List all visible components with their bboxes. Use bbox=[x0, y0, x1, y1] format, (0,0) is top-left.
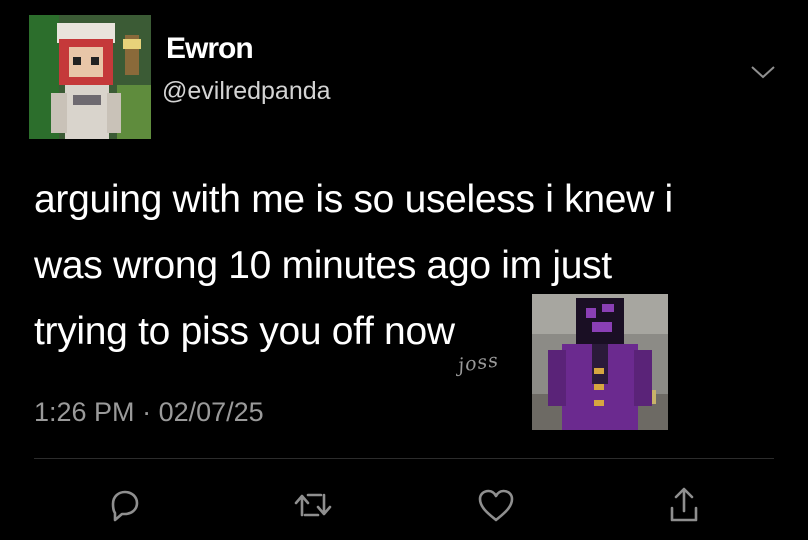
avatar[interactable] bbox=[29, 15, 151, 139]
tweet-timestamp[interactable]: 1:26 PM · 02/07/25 bbox=[34, 397, 264, 428]
tweet-time: 1:26 PM bbox=[34, 397, 135, 427]
divider bbox=[34, 458, 774, 459]
like-button[interactable] bbox=[474, 484, 518, 526]
retweet-icon bbox=[294, 493, 332, 517]
tweet-date: 02/07/25 bbox=[158, 397, 264, 427]
tweet-menu-button[interactable] bbox=[750, 62, 776, 82]
tweet-text-line: arguing with me is so useless i knew i bbox=[34, 178, 673, 221]
tweet-text-line: was wrong 10 minutes ago im just bbox=[34, 244, 612, 287]
reply-icon bbox=[111, 490, 139, 522]
avatar-image bbox=[29, 15, 151, 139]
chevron-down-icon bbox=[751, 66, 775, 79]
meta-separator: · bbox=[142, 397, 152, 427]
signature-watermark: joss bbox=[456, 349, 501, 377]
reply-button[interactable] bbox=[102, 484, 146, 526]
display-name[interactable]: Ewron bbox=[166, 32, 254, 66]
sticker-image bbox=[532, 294, 668, 430]
character-image bbox=[532, 294, 668, 430]
share-button[interactable] bbox=[662, 484, 706, 526]
user-handle[interactable]: @evilredpanda bbox=[162, 77, 331, 106]
like-icon bbox=[478, 489, 514, 522]
retweet-button[interactable] bbox=[291, 484, 335, 526]
share-icon bbox=[670, 487, 698, 522]
